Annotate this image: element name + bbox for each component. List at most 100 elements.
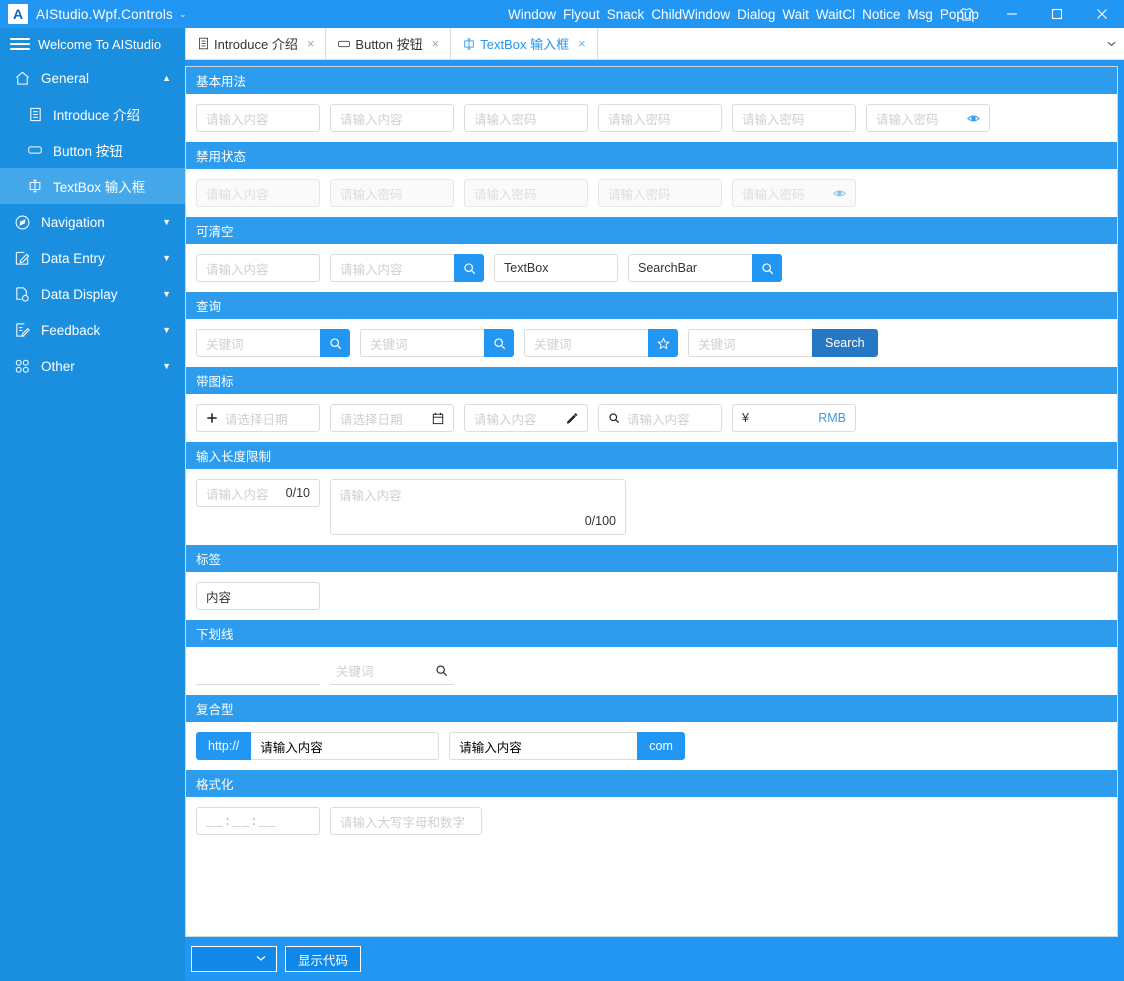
tab-close-icon[interactable]: ×: [578, 36, 586, 51]
limit-input-10[interactable]: 请输入内容 0/10: [196, 479, 320, 507]
search-icon: [608, 412, 620, 424]
placeholder: 请选择日期: [340, 412, 403, 427]
disabled-password-3: 请输入密码: [598, 179, 722, 207]
minimize-icon[interactable]: [989, 0, 1034, 28]
document-icon: [26, 107, 44, 122]
search-icon-button[interactable]: [320, 329, 350, 357]
menu-item-flyout[interactable]: Flyout: [563, 7, 600, 22]
chevron-down-icon[interactable]: ▼: [162, 361, 171, 371]
chevron-down-icon[interactable]: [1098, 28, 1124, 59]
tab-textbox-label: TextBox 输入框: [480, 37, 570, 52]
limit-textarea-100[interactable]: 请输入内容 0/100: [330, 479, 626, 535]
search-icon-button[interactable]: [752, 254, 782, 282]
show-code-button[interactable]: 显示代码: [285, 946, 362, 972]
query-input-3[interactable]: 关键词: [524, 329, 648, 357]
query-input-1[interactable]: 关键词: [196, 329, 320, 357]
composite-suffix-label[interactable]: com: [637, 732, 685, 760]
menu-item-msg[interactable]: Msg: [907, 7, 933, 22]
placeholder: 请输入密码: [608, 112, 671, 127]
sidebar-group-feedback[interactable]: Feedback ▼: [0, 312, 185, 348]
basic-input-2[interactable]: 请输入内容: [330, 104, 454, 132]
composite-input-1[interactable]: 请输入内容: [251, 732, 440, 760]
menu-item-wait[interactable]: Wait: [782, 7, 809, 22]
underline-input-1[interactable]: [196, 657, 320, 685]
icon-currency-input[interactable]: ¥ RMB: [732, 404, 856, 432]
calendar-icon[interactable]: [432, 412, 444, 425]
pencil-icon[interactable]: [566, 412, 578, 424]
search-icon[interactable]: [435, 664, 448, 677]
close-icon[interactable]: [1079, 0, 1124, 28]
disabled-password-1: 请输入密码: [330, 179, 454, 207]
chevron-down-icon[interactable]: ▼: [162, 325, 171, 335]
menu-item-snack[interactable]: Snack: [607, 7, 645, 22]
icon-edit-input[interactable]: 请输入内容: [464, 404, 588, 432]
sidebar-group-general-label: General: [41, 70, 90, 86]
composite-input-2[interactable]: 请输入内容: [449, 732, 638, 760]
icon-date-input-1[interactable]: 请选择日期: [196, 404, 320, 432]
clearable-input-2[interactable]: 请输入内容: [330, 254, 454, 282]
tab-close-icon[interactable]: ×: [307, 36, 315, 51]
query-input-4[interactable]: 关键词: [688, 329, 812, 357]
sidebar-group-data-entry[interactable]: Data Entry ▼: [0, 240, 185, 276]
composite-prefix-label[interactable]: http://: [196, 732, 252, 760]
section-header-composite: 复合型: [186, 695, 1117, 722]
tag-input[interactable]: 内容: [196, 582, 320, 610]
section-body-length-limit: 请输入内容 0/10 请输入内容 0/100: [186, 469, 1117, 545]
theme-select[interactable]: [191, 946, 277, 972]
textbox-icon: [462, 37, 476, 51]
sidebar-group-data-display[interactable]: Data Display ▼: [0, 276, 185, 312]
menu-item-window[interactable]: Window: [508, 7, 556, 22]
icon-date-input-2[interactable]: 请选择日期: [330, 404, 454, 432]
hamburger-menu-icon[interactable]: [10, 35, 30, 53]
sidebar-group-general[interactable]: General ▲: [0, 60, 185, 96]
query-input-2[interactable]: 关键词: [360, 329, 484, 357]
chevron-down-icon[interactable]: ▼: [162, 217, 171, 227]
sidebar-item-button[interactable]: Button 按钮: [0, 132, 185, 168]
underline-search-input[interactable]: 关键词: [330, 657, 454, 685]
format-uppercase-input[interactable]: 请输入大写字母和数字: [330, 807, 482, 835]
icon-search-input[interactable]: 请输入内容: [598, 404, 722, 432]
maximize-icon[interactable]: [1034, 0, 1079, 28]
placeholder: 关键词: [698, 337, 736, 352]
sidebar-item-textbox[interactable]: TextBox 输入框: [0, 168, 185, 204]
format-time-mask-input[interactable]: __:__:__: [196, 807, 320, 835]
section-body-tag: 内容: [186, 572, 1117, 620]
demo-panel-scroll[interactable]: 基本用法 请输入内容 请输入内容 请输入密码 请输入密码 请输入密码 请输入密码: [186, 67, 1117, 936]
search-icon-button[interactable]: [454, 254, 484, 282]
chevron-down-icon[interactable]: ▼: [162, 289, 171, 299]
menu-item-waitcl[interactable]: WaitCl: [816, 7, 855, 22]
app-title-chevron-down-icon[interactable]: ⌄: [179, 9, 187, 20]
clearable-input-3[interactable]: TextBox: [494, 254, 618, 282]
menu-item-dialog[interactable]: Dialog: [737, 7, 775, 22]
placeholder: 请输入内容: [340, 112, 403, 127]
search-icon-button[interactable]: [484, 329, 514, 357]
basic-password-2[interactable]: 请输入密码: [598, 104, 722, 132]
tab-button[interactable]: Button 按钮 ×: [326, 28, 452, 59]
menu-item-childwindow[interactable]: ChildWindow: [651, 7, 730, 22]
clearable-input-4[interactable]: SearchBar: [628, 254, 752, 282]
placeholder: 请输入密码: [876, 112, 939, 127]
placeholder: 请输入大写字母和数字: [340, 815, 466, 830]
clearable-input-1[interactable]: 请输入内容: [196, 254, 320, 282]
chevron-up-icon[interactable]: ▲: [162, 73, 171, 83]
menu-item-popup[interactable]: Popup: [940, 7, 979, 22]
tab-introduce[interactable]: Introduce 介绍 ×: [185, 28, 327, 59]
sidebar-item-introduce[interactable]: Introduce 介绍: [0, 96, 185, 132]
placeholder: 请输入内容: [206, 487, 269, 502]
star-icon-button[interactable]: [648, 329, 678, 357]
chevron-down-icon[interactable]: ▼: [162, 253, 171, 263]
menu-item-notice[interactable]: Notice: [862, 7, 900, 22]
basic-password-3[interactable]: 请输入密码: [732, 104, 856, 132]
basic-password-1[interactable]: 请输入密码: [464, 104, 588, 132]
eye-icon[interactable]: [967, 112, 980, 125]
tab-textbox[interactable]: TextBox 输入框 ×: [451, 28, 598, 59]
basic-password-4-reveal[interactable]: 请输入密码: [866, 104, 990, 132]
tab-close-icon[interactable]: ×: [432, 36, 440, 51]
search-button[interactable]: Search: [812, 329, 878, 357]
sidebar-group-navigation[interactable]: Navigation ▼: [0, 204, 185, 240]
currency-label: RMB: [818, 411, 846, 425]
sidebar-group-other[interactable]: Other ▼: [0, 348, 185, 384]
sidebar-item-textbox-label: TextBox 输入框: [53, 180, 146, 195]
sidebar-header[interactable]: Welcome To AIStudio: [0, 28, 185, 60]
basic-input-1[interactable]: 请输入内容: [196, 104, 320, 132]
